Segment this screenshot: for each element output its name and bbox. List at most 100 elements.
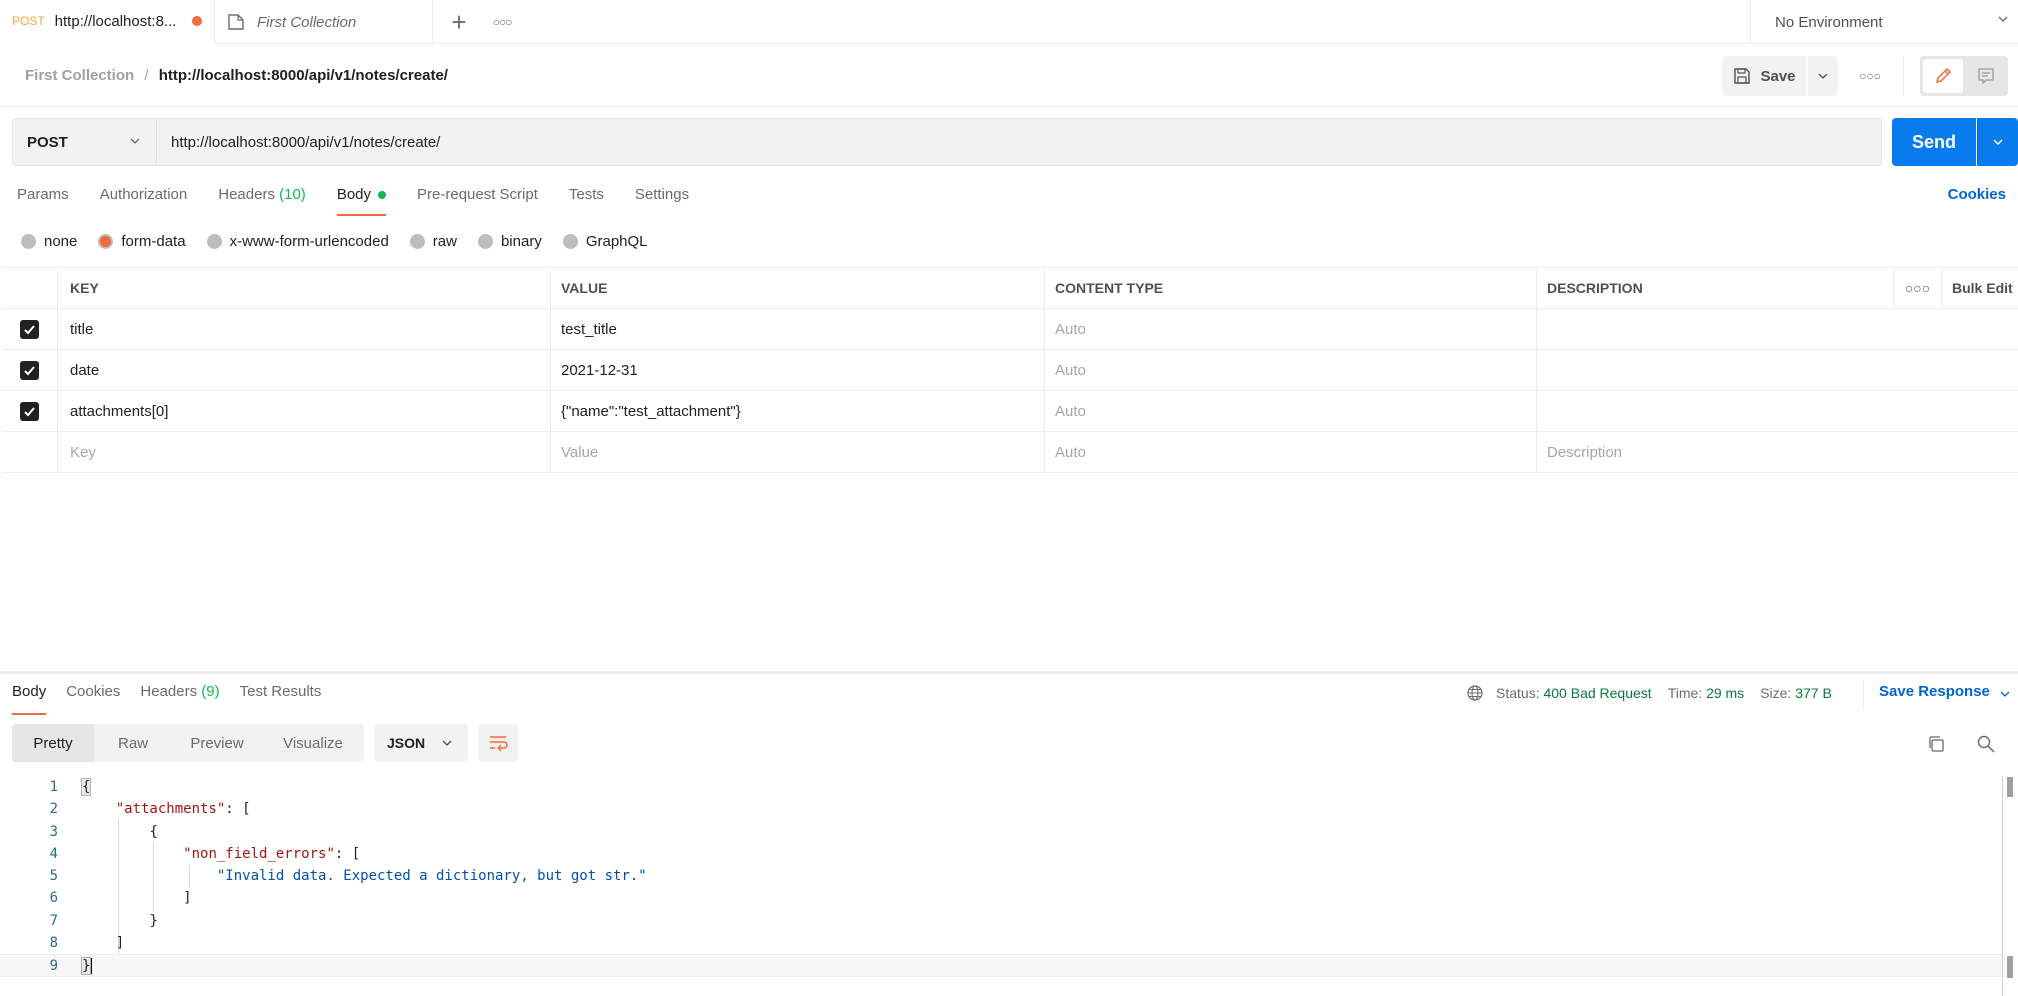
environment-select[interactable]: No Environment [1750, 0, 2018, 44]
send-button[interactable]: Send [1892, 118, 1976, 166]
url-input[interactable] [171, 119, 1871, 165]
content-type-cell[interactable]: Auto [1045, 391, 1537, 431]
view-pretty[interactable]: Pretty [12, 724, 94, 762]
value-cell[interactable]: {"name":"test_attachment"} [551, 391, 1045, 431]
status-label: Status: [1496, 685, 1540, 701]
response-tab-test-results[interactable]: Test Results [240, 683, 322, 715]
tab-label: Headers [140, 683, 198, 700]
table-header: KEY VALUE CONTENT TYPE DESCRIPTION ○○○ B… [2, 268, 2018, 309]
search-icon[interactable] [1976, 734, 1996, 754]
request-tab-collection[interactable]: First Collection [215, 0, 433, 44]
body-type-urlencoded[interactable]: x-www-form-urlencoded [206, 233, 389, 250]
tab-settings[interactable]: Settings [635, 186, 689, 216]
breadcrumb-request-name[interactable]: http://localhost:8000/api/v1/notes/creat… [159, 67, 448, 84]
save-options-button[interactable] [1808, 56, 1838, 96]
tab-headers[interactable]: Headers (10) [218, 186, 306, 216]
description-cell[interactable] [1537, 350, 2018, 390]
body-type-form-data[interactable]: form-data [98, 233, 186, 250]
description-cell[interactable] [1537, 391, 2018, 431]
format-select[interactable]: JSON [374, 724, 468, 762]
line-number: 4 [49, 845, 58, 862]
url-bar: POST [12, 118, 1882, 166]
send-options-button[interactable] [1977, 118, 2018, 166]
body-type-graphql[interactable]: GraphQL [562, 233, 648, 250]
editor-scroll-track [2002, 776, 2003, 996]
save-response-button[interactable]: Save Response [1879, 683, 1990, 700]
save-button[interactable]: Save [1722, 56, 1806, 96]
more-horizontal-icon: ○○○ [492, 15, 513, 29]
value-input[interactable]: Value [551, 432, 1045, 472]
response-tab-cookies[interactable]: Cookies [66, 683, 120, 715]
wrap-lines-icon [490, 736, 508, 752]
json-punct: : [ [334, 845, 361, 862]
documentation-mode-button[interactable] [1966, 59, 2006, 93]
code-text: } [80, 955, 93, 977]
radio-label: GraphQL [585, 233, 648, 250]
key-input[interactable]: Key [58, 432, 551, 472]
view-mode-toggle [1920, 56, 2008, 96]
key-cell[interactable]: date [58, 350, 551, 390]
content-type-input[interactable]: Auto [1045, 432, 1537, 472]
size-readout[interactable]: Size: 377 B [1760, 685, 1832, 701]
view-raw[interactable]: Raw [94, 724, 172, 762]
description-cell[interactable] [1537, 309, 2018, 349]
key-cell[interactable]: title [58, 309, 551, 349]
value-cell[interactable]: test_title [551, 309, 1045, 349]
size-value: 377 B [1795, 685, 1832, 701]
body-type-raw[interactable]: raw [409, 233, 457, 250]
cookies-link[interactable]: Cookies [1948, 186, 2006, 203]
tab-more-button[interactable]: ○○○ [488, 8, 516, 36]
scrollbar-thumb[interactable] [2007, 777, 2013, 797]
method-select[interactable]: POST [13, 119, 157, 165]
new-tab-button[interactable]: + [445, 7, 473, 37]
tab-params[interactable]: Params [17, 186, 69, 216]
radio-label: raw [432, 233, 457, 250]
response-body-editor[interactable]: 1{ 2 "attachments": [ 3 { 4 "non_field_e… [0, 776, 2005, 996]
checkbox-checked[interactable] [20, 360, 39, 380]
checkbox-checked[interactable] [20, 319, 39, 339]
breadcrumb: First Collection / http://localhost:8000… [25, 67, 448, 84]
tab-authorization[interactable]: Authorization [100, 186, 188, 216]
code-text: } [82, 910, 157, 932]
chevron-down-icon [1993, 139, 2003, 145]
view-preview[interactable]: Preview [172, 724, 262, 762]
edit-mode-button[interactable] [1923, 59, 1963, 93]
content-type-cell[interactable]: Auto [1045, 350, 1537, 390]
status-readout[interactable]: Status: 400 Bad Request [1496, 685, 1652, 701]
chevron-down-icon[interactable] [1998, 687, 2012, 701]
view-visualize[interactable]: Visualize [262, 724, 364, 762]
tab-body[interactable]: Body [336, 186, 387, 216]
description-input[interactable]: Description [1537, 432, 2018, 472]
pane-splitter[interactable] [0, 671, 2018, 674]
time-readout[interactable]: Time: 29 ms [1668, 685, 1745, 701]
wrap-lines-button[interactable] [478, 724, 518, 762]
request-more-button[interactable]: ○○○ [1855, 56, 1885, 96]
tab-tests[interactable]: Tests [569, 186, 604, 216]
chevron-down-icon [442, 740, 452, 746]
scrollbar-thumb[interactable] [2007, 956, 2013, 978]
tab-method: POST [12, 14, 45, 28]
code-text: ] [82, 887, 191, 909]
breadcrumb-collection[interactable]: First Collection [25, 67, 134, 84]
body-type-options: none form-data x-www-form-urlencoded raw… [21, 233, 669, 250]
globe-icon[interactable] [1466, 684, 1484, 702]
body-type-none[interactable]: none [21, 233, 77, 250]
checkbox-checked[interactable] [20, 401, 39, 421]
key-cell[interactable]: attachments[0] [58, 391, 551, 431]
response-tab-body[interactable]: Body [12, 683, 47, 715]
format-label: JSON [387, 735, 426, 751]
body-type-binary[interactable]: binary [477, 233, 542, 250]
line-number: 7 [49, 912, 58, 929]
table-options-button[interactable]: ○○○ [1894, 268, 1942, 308]
bulk-edit-button[interactable]: Bulk Edit [1942, 268, 2018, 308]
radio-label: binary [500, 233, 542, 250]
content-type-cell[interactable]: Auto [1045, 309, 1537, 349]
copy-icon[interactable] [1926, 734, 1946, 754]
response-tab-headers[interactable]: Headers (9) [140, 683, 219, 715]
column-header-content-type: CONTENT TYPE [1045, 268, 1537, 308]
request-tab-active[interactable]: POST http://localhost:8... [0, 0, 215, 44]
value-cell[interactable]: 2021-12-31 [551, 350, 1045, 390]
tab-pre-request-script[interactable]: Pre-request Script [417, 186, 538, 216]
column-header-key: KEY [58, 268, 551, 308]
column-header-value: VALUE [551, 268, 1045, 308]
